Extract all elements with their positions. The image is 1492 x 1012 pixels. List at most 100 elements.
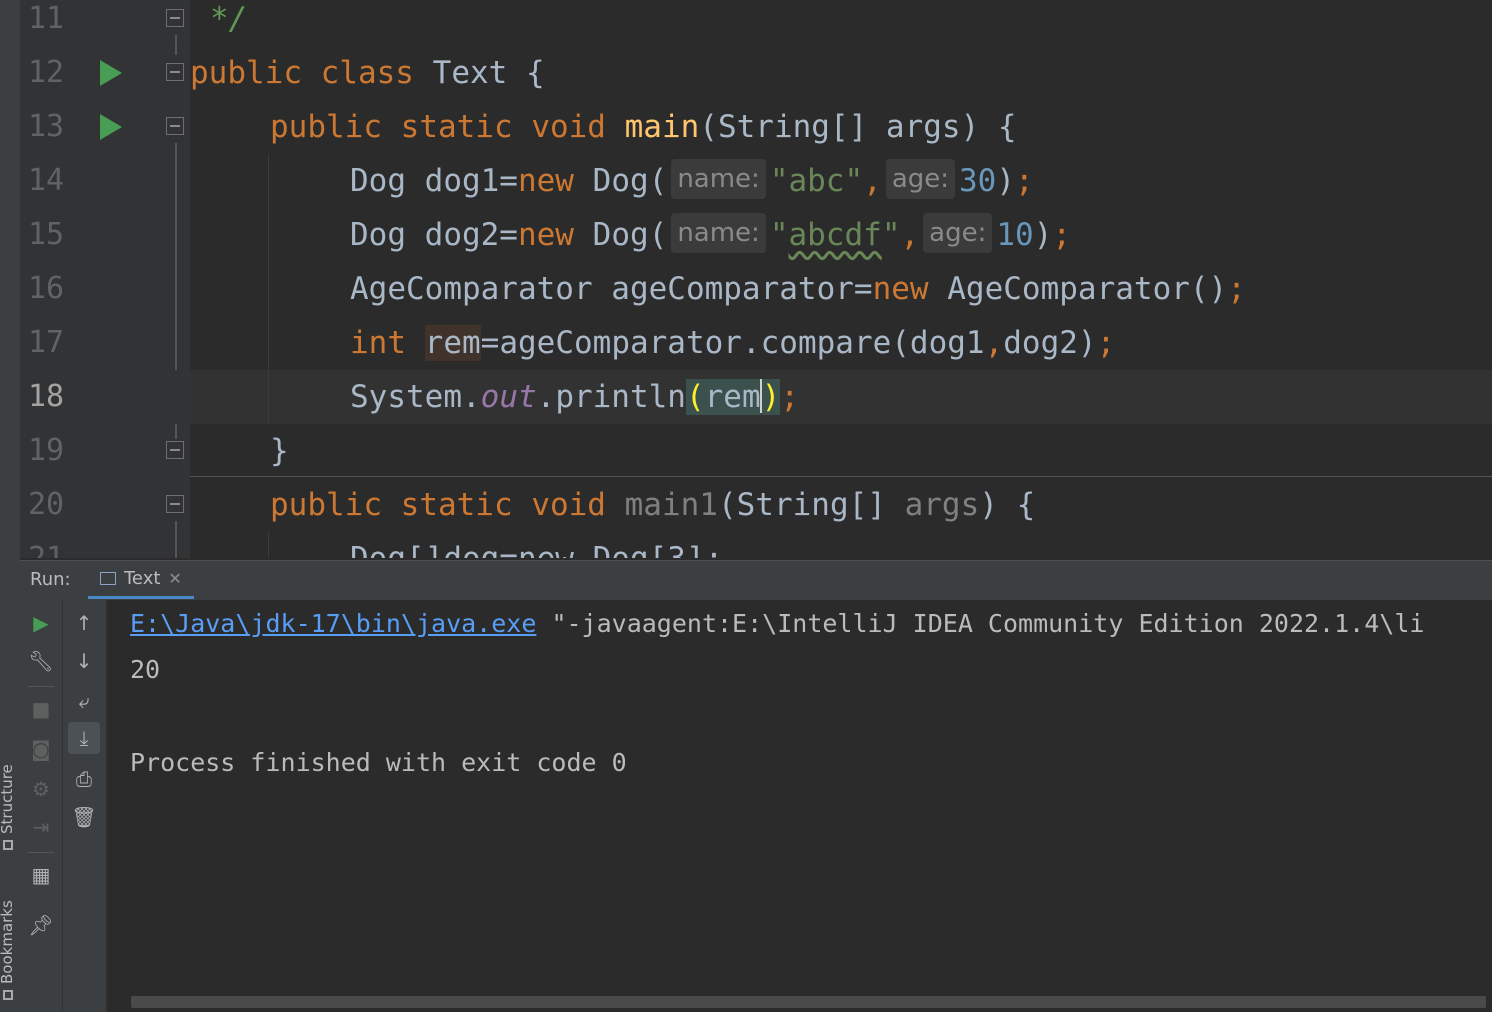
code-text: =ageComparator.compare(dog1 [480,325,985,361]
line-number: 14 [28,163,65,198]
comma: , [984,325,1004,361]
constructor-call: Dog( [592,217,668,253]
run-tab-title: Text [124,568,161,589]
console-exit-message: Process finished with exit code 0 [130,748,627,777]
code-line-18-current: 18 System.out.println(rem); [20,370,1492,424]
matched-paren: ( [685,379,705,415]
code-text: ) { [979,487,1036,523]
keyword: class [320,55,414,91]
structure-tab[interactable]: Structure [0,764,16,850]
indent-guide [268,154,269,424]
toolbar-separator [28,686,54,687]
signature: (String[] args) { [699,109,1017,145]
number-literal: 10 [996,217,1034,253]
keyword: static [400,109,513,145]
method-call: .println [536,379,686,415]
code-text: dog2) [1003,325,1097,361]
run-toolbar-secondary: ↑ ↓ ⤶ ⤓ ⎙ 🗑︎ [63,600,107,1012]
left-tool-strip: Structure Bookmarks [0,0,21,1012]
fold-icon[interactable] [166,9,184,27]
code-text: Dog dog2= [350,217,518,253]
keyword: public [270,109,382,145]
line-number: 19 [28,433,65,468]
code-line-12: 12 public class Text { [20,46,1492,100]
param-hint-age: age: [923,212,993,253]
code-line-15: 15 Dog dog2=new Dog(name: "abcdf", age: 10)… [20,208,1492,262]
line-number: 17 [28,325,65,360]
command-args: "-javaagent:E:\IntelliJ IDEA Community E… [536,609,1425,638]
arrow-down-icon[interactable]: ↓ [71,648,97,674]
structure-icon [2,840,13,850]
code-text: Dog[]dog=new Dog[3]; [350,532,723,558]
fold-icon[interactable] [166,63,184,81]
keyword: new [517,163,574,199]
layout-icon[interactable]: ▦ [28,862,54,888]
code-line-21: 21 Dog[]dog=new Dog[3]; [20,532,1492,558]
variable-highlight: rem [424,325,481,361]
keyword: new [872,271,929,307]
fold-icon[interactable] [166,441,184,459]
fold-icon[interactable] [166,117,184,135]
pin-icon[interactable]: 📌︎ [28,912,54,938]
keyword: void [531,487,606,523]
line-number: 15 [28,217,65,252]
console-output[interactable]: E:\Java\jdk-17\bin\java.exe "-javaagent:… [107,600,1492,1012]
code-line-13: 13 public static void main(String[] args… [20,100,1492,154]
close-icon[interactable]: ✕ [168,569,181,588]
run-tab-text[interactable]: Text ✕ [88,561,194,599]
arrow-up-icon[interactable]: ↑ [71,610,97,636]
trash-icon[interactable]: 🗑︎ [71,804,97,830]
method-separator [190,476,1492,477]
java-exe-link[interactable]: E:\Java\jdk-17\bin\java.exe [130,609,536,638]
scroll-to-end-icon[interactable]: ⤓ [68,722,100,754]
unused-method-name: main1 [624,487,718,523]
code-line-16: 16 AgeComparator ageComparator=new AgeCo… [20,262,1492,316]
string-quote: " [769,217,789,253]
code-text: AgeComparator ageComparator= [350,271,873,307]
run-toolbar-primary: ▶ 🔧︎ ■ ◙ ⚙ ⇥ ▦ 📌︎ [20,600,63,1012]
bookmarks-tab[interactable]: Bookmarks [0,900,16,1000]
constructor-call: Dog( [592,163,668,199]
run-panel-header: Run: Text ✕ [20,560,1492,601]
param-hint-name: name: [671,158,766,199]
static-field: out [480,379,537,415]
code-editor[interactable]: 11 */ 12 public class Text { 13 public s… [20,0,1492,558]
soft-wrap-icon[interactable]: ⤶ [71,688,97,714]
rerun-icon[interactable]: ▶ [28,610,54,636]
line-number: 21 [28,532,78,558]
login-icon[interactable]: ⇥ [28,814,54,840]
bookmark-icon [2,990,13,1000]
settings-icon[interactable]: ⚙ [28,776,54,802]
code-text: (String[] [717,487,905,523]
keyword: public [270,487,382,523]
camera-icon[interactable]: ◙ [28,736,54,762]
console-icon [100,572,116,585]
comment-text: */ [210,1,248,37]
structure-tab-label: Structure [0,764,16,834]
code-line-14: 14 Dog dog1=new Dog(name: "abc", age: 30); [20,154,1492,208]
stop-icon[interactable]: ■ [28,696,54,722]
keyword: new [517,217,574,253]
matched-paren: ) [761,379,781,415]
argument: rem [704,379,761,415]
run-method-icon[interactable] [100,114,122,140]
run-label: Run: [30,569,71,590]
semicolon: ; [1227,271,1246,307]
keyword: int [350,325,406,361]
brace: } [270,433,289,469]
brace: { [525,55,545,91]
line-number: 13 [28,109,65,144]
string-literal: "abc" [769,163,864,199]
console-command-line: E:\Java\jdk-17\bin\java.exe "-javaagent:… [130,604,1424,644]
run-class-icon[interactable] [100,60,122,86]
keyword: void [531,109,606,145]
print-icon[interactable]: ⎙ [71,766,97,792]
line-number: 12 [28,55,65,90]
line-number: 20 [28,487,65,522]
keyword: static [400,487,513,523]
semicolon: ; [1096,325,1116,361]
code-line-20: 20 public static void main1(String[] arg… [20,478,1492,532]
wrench-icon[interactable]: 🔧︎ [28,648,54,674]
horizontal-scrollbar[interactable] [131,996,1486,1008]
fold-icon[interactable] [166,495,184,513]
